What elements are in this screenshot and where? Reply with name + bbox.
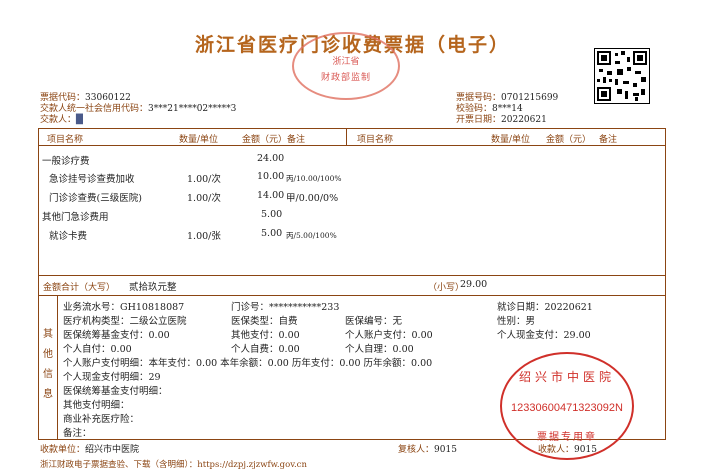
col-qty: 数量/单位 [179, 135, 219, 145]
item-amount: 24.00 [257, 153, 285, 164]
item-remark: 丙/10.00/100% [286, 174, 342, 183]
col-amount: 金额（元） [242, 135, 288, 145]
cash-pay: 个人现金支付：29.00 [497, 330, 591, 341]
col-item: 项目名称 [47, 135, 84, 145]
item-amount: 5.00 [261, 228, 283, 239]
other-pay: 其他支付：0.00 [231, 330, 300, 341]
commercial-insurance: 商业补充医疗险： [63, 414, 140, 425]
issue-date: 开票日期：20220621 [456, 115, 547, 125]
seal-line1: 浙江省 [332, 57, 360, 67]
item-remark: 甲/0.00/0% [286, 193, 339, 204]
account-detail: 个人账户支付明细：本年支付：0.00 本年余额：0.00 历年支付：0.00 历… [63, 358, 433, 369]
col-remark-2: 备注 [599, 135, 618, 145]
other-info-label: 其 他 信 息 [43, 329, 53, 400]
collector: 收款人：9015 [538, 445, 597, 455]
item-name: 其他门急诊费用 [42, 212, 109, 223]
seal-top: 绍兴市中医院 [518, 370, 615, 384]
reviewer: 复核人：9015 [398, 445, 457, 455]
col-remark: 备注 [287, 135, 306, 145]
item-remark: 丙/5.00/100% [286, 231, 337, 240]
seal-bottom: 票据专用章 [537, 432, 597, 443]
item-qty: 1.00/次 [187, 174, 221, 185]
total-upper-value: 贰拾玖元整 [129, 282, 177, 293]
visit-date: 就诊日期：20220621 [497, 302, 593, 313]
item-qty: 1.00/次 [187, 193, 221, 204]
outpatient-number: 门诊号：***********233 [231, 302, 340, 313]
self-expense: 个人自费：0.00 [231, 344, 300, 355]
item-amount: 5.00 [261, 209, 283, 220]
total-lower-value: 29.00 [460, 279, 488, 290]
item-name: 门诊诊查费(三级医院) [49, 193, 142, 204]
verify-link[interactable]: 浙江财政电子票据查验、下载（含明细）：https://dzpj.zjzwfw.g… [40, 458, 307, 470]
seal-bottom: 财政部监制 [320, 73, 371, 83]
gender: 性别：男 [497, 316, 536, 327]
seal-number: 12330600471323092N [511, 402, 623, 414]
insurance-number: 医保编号：无 [345, 316, 403, 327]
receiving-unit: 收款单位：绍兴市中医院 [40, 445, 140, 455]
col-item-2: 项目名称 [357, 135, 394, 145]
other-detail: 其他支付明细： [63, 400, 130, 411]
item-name: 就诊卡费 [49, 231, 88, 242]
item-amount: 14.00 [257, 190, 285, 201]
serial-number: 业务流水号：GH10818087 [63, 302, 185, 313]
item-amount: 10.00 [257, 171, 285, 182]
item-name: 急诊挂号诊查费加收 [49, 174, 135, 185]
pool-pay: 医保统筹基金支付：0.00 [63, 330, 170, 341]
col-qty-2: 数量/单位 [491, 135, 531, 145]
payer: 交款人：█ [40, 115, 83, 125]
pool-detail: 医保统筹基金支付明细： [63, 386, 168, 397]
finance-seal: 浙江省 财政部监制 [292, 32, 400, 100]
self-burden: 个人自付：0.00 [63, 344, 132, 355]
note: 备注： [63, 428, 92, 439]
item-qty: 1.00/张 [187, 231, 221, 242]
org-type: 医疗机构类型：二级公立医院 [63, 316, 187, 327]
item-name: 一般诊疗费 [42, 156, 90, 167]
cash-detail: 个人现金支付明细：29 [63, 372, 161, 383]
account-pay: 个人账户支付：0.00 [345, 330, 433, 341]
self-care: 个人自理：0.00 [345, 344, 414, 355]
insurance-type: 医保类型：自费 [231, 316, 298, 327]
total-lower-label: （小写） [428, 283, 465, 293]
col-amount-2: 金额（元） [546, 135, 592, 145]
qr-code [594, 48, 650, 104]
total-upper-label: 金额合计（大写） [43, 283, 116, 293]
